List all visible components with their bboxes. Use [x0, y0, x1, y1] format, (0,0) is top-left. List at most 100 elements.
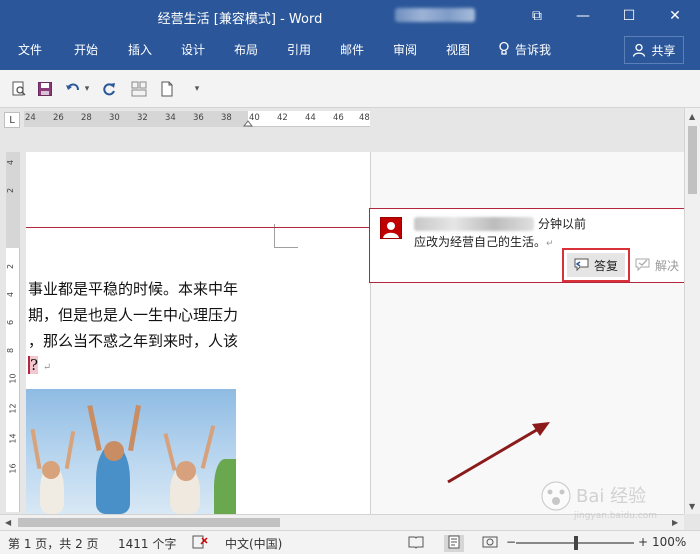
vruler-tick: 12	[8, 403, 18, 414]
head-shape	[104, 441, 124, 461]
maximize-button[interactable]: ☐	[606, 0, 652, 32]
vruler-tick: 16	[8, 463, 18, 474]
account-name-blurred[interactable]	[395, 8, 475, 22]
doc-text-line[interactable]: 期，但是也是人一生中心理压力	[28, 304, 238, 325]
vertical-ruler-margin	[6, 152, 20, 248]
page-count[interactable]: 第 1 页，共 2 页	[8, 535, 99, 552]
watermark-url: jingyan.baidu.com	[573, 511, 657, 521]
head-shape	[176, 461, 196, 481]
word-count[interactable]: 1411 个字	[118, 535, 176, 552]
doc-text-line[interactable]: ，那么当不惑之年到来时，人该	[28, 330, 238, 351]
tab-design[interactable]: 设计	[181, 41, 205, 58]
reply-label: 答复	[593, 258, 618, 273]
vruler-tick: 2	[6, 263, 16, 270]
print-layout-icon[interactable]	[444, 535, 464, 552]
close-button[interactable]: ✕	[652, 0, 698, 32]
avatar	[380, 217, 402, 239]
document-workspace: 4 2 2 4 6 8 10 12 14 16 事业都是平稳的时候。本来中年 期…	[0, 130, 684, 514]
arm-shape	[87, 404, 102, 452]
save-icon[interactable]	[36, 80, 54, 98]
reply-button[interactable]: 答复	[562, 248, 630, 282]
user-silhouette-icon	[383, 222, 399, 238]
ruler-scale[interactable]: 24 26 28 30 32 34 36 38 40 42 44 46 48	[24, 111, 370, 127]
vertical-ruler[interactable]: 4 2 2 4 6 8 10 12 14 16	[6, 152, 20, 512]
customize-toolbar-icon[interactable]: ▾	[188, 80, 206, 98]
tab-mailings[interactable]: 邮件	[340, 41, 364, 58]
zoom-level[interactable]: 100%	[652, 535, 686, 549]
vruler-tick: 10	[8, 373, 18, 384]
layout-icon[interactable]	[130, 80, 148, 98]
ruler-tick: 48	[359, 113, 370, 123]
title-bar: 经营生活 [兼容模式] - Word ⧉ — ☐ ✕	[0, 0, 700, 32]
scroll-thumb[interactable]	[18, 518, 280, 527]
ruler-tick: 30	[109, 113, 120, 123]
web-layout-icon[interactable]	[482, 535, 498, 552]
zoom-out-button[interactable]: −	[506, 535, 516, 549]
resolve-button[interactable]: 解决	[632, 253, 682, 277]
vruler-tick: 4	[6, 159, 16, 166]
zoom-in-button[interactable]: +	[638, 535, 648, 549]
vertical-scrollbar[interactable]: ▲ ▼	[684, 108, 700, 514]
ribbon-display-options-button[interactable]: ⧉	[514, 0, 560, 32]
print-preview-icon[interactable]	[10, 80, 28, 98]
undo-icon[interactable]	[64, 80, 82, 98]
ruler-tick: 38	[221, 113, 232, 123]
arm-shape	[30, 428, 42, 470]
comment-anchor[interactable]: ?	[28, 356, 39, 374]
tab-review[interactable]: 审阅	[393, 41, 417, 58]
paragraph-mark: ↵	[546, 239, 554, 249]
arm-shape	[200, 425, 216, 469]
head-shape	[42, 461, 60, 479]
resolve-comment-icon	[635, 258, 650, 272]
tell-me-search[interactable]: 告诉我	[515, 41, 551, 58]
tab-references[interactable]: 引用	[287, 41, 311, 58]
scroll-down-icon[interactable]: ▼	[689, 502, 695, 511]
person-icon	[633, 43, 646, 57]
status-bar: 第 1 页，共 2 页 1411 个字 中文(中国) − + 100%	[0, 530, 700, 554]
scroll-thumb[interactable]	[688, 126, 697, 194]
vruler-tick: 4	[6, 291, 16, 298]
doc-text-line[interactable]: 事业都是平稳的时候。本来中年	[28, 278, 238, 299]
comment-balloon[interactable]: 分钟以前 应改为经营自己的生活。↵ 答复 解决	[369, 208, 684, 283]
ruler-tick: 46	[333, 113, 344, 123]
ruler-tick: 42	[277, 113, 288, 123]
baidu-jingyan-watermark: Bai 经验 jingyan.baidu.com	[541, 481, 657, 521]
scroll-up-icon[interactable]: ▲	[689, 112, 695, 121]
comment-body[interactable]: 应改为经营自己的生活。↵	[414, 233, 554, 250]
vruler-tick: 6	[6, 319, 16, 326]
reply-comment-icon	[574, 258, 589, 272]
tab-home[interactable]: 开始	[74, 41, 98, 58]
share-label: 共享	[651, 43, 676, 58]
share-button[interactable]: 共享	[624, 36, 684, 64]
tab-layout[interactable]: 布局	[234, 41, 258, 58]
quick-access-toolbar: ▾ ▾	[0, 70, 700, 108]
ruler-tick: 44	[305, 113, 316, 123]
zoom-slider-thumb[interactable]	[574, 536, 578, 550]
new-doc-icon[interactable]	[158, 80, 176, 98]
tab-file[interactable]: 文件	[18, 41, 42, 58]
tab-view[interactable]: 视图	[446, 41, 470, 58]
ruler-tick: 32	[137, 113, 148, 123]
maximize-icon: ☐	[622, 8, 636, 24]
horizontal-ruler: L 24 26 28 30 32 34 36 38 40 42 44 46 48	[0, 108, 700, 130]
people-jumping-photo[interactable]	[26, 389, 236, 514]
language-status[interactable]: 中文(中国)	[225, 535, 282, 552]
comment-author-blurred	[414, 217, 534, 231]
tab-insert[interactable]: 插入	[128, 41, 152, 58]
close-icon: ✕	[669, 8, 681, 24]
document-page[interactable]: 事业都是平稳的时候。本来中年 期，但是也是人一生中心理压力 ，那么当不惑之年到来…	[26, 152, 370, 514]
ruler-tick: 36	[193, 113, 204, 123]
proofing-icon[interactable]	[192, 535, 208, 552]
arm-shape	[163, 433, 177, 471]
minimize-button[interactable]: —	[560, 0, 606, 32]
redo-icon[interactable]	[100, 80, 118, 98]
read-mode-icon[interactable]	[408, 535, 424, 552]
tab-selector[interactable]: L	[4, 112, 20, 128]
undo-dropdown-icon[interactable]: ▾	[82, 80, 92, 98]
vruler-tick: 14	[8, 433, 18, 444]
ruler-tick: 34	[165, 113, 176, 123]
doc-text-line-commented[interactable]: ? ↵	[28, 356, 51, 374]
vruler-tick: 2	[6, 187, 16, 194]
scroll-left-icon[interactable]: ◀	[5, 518, 11, 527]
indent-marker-icon[interactable]	[243, 120, 253, 127]
